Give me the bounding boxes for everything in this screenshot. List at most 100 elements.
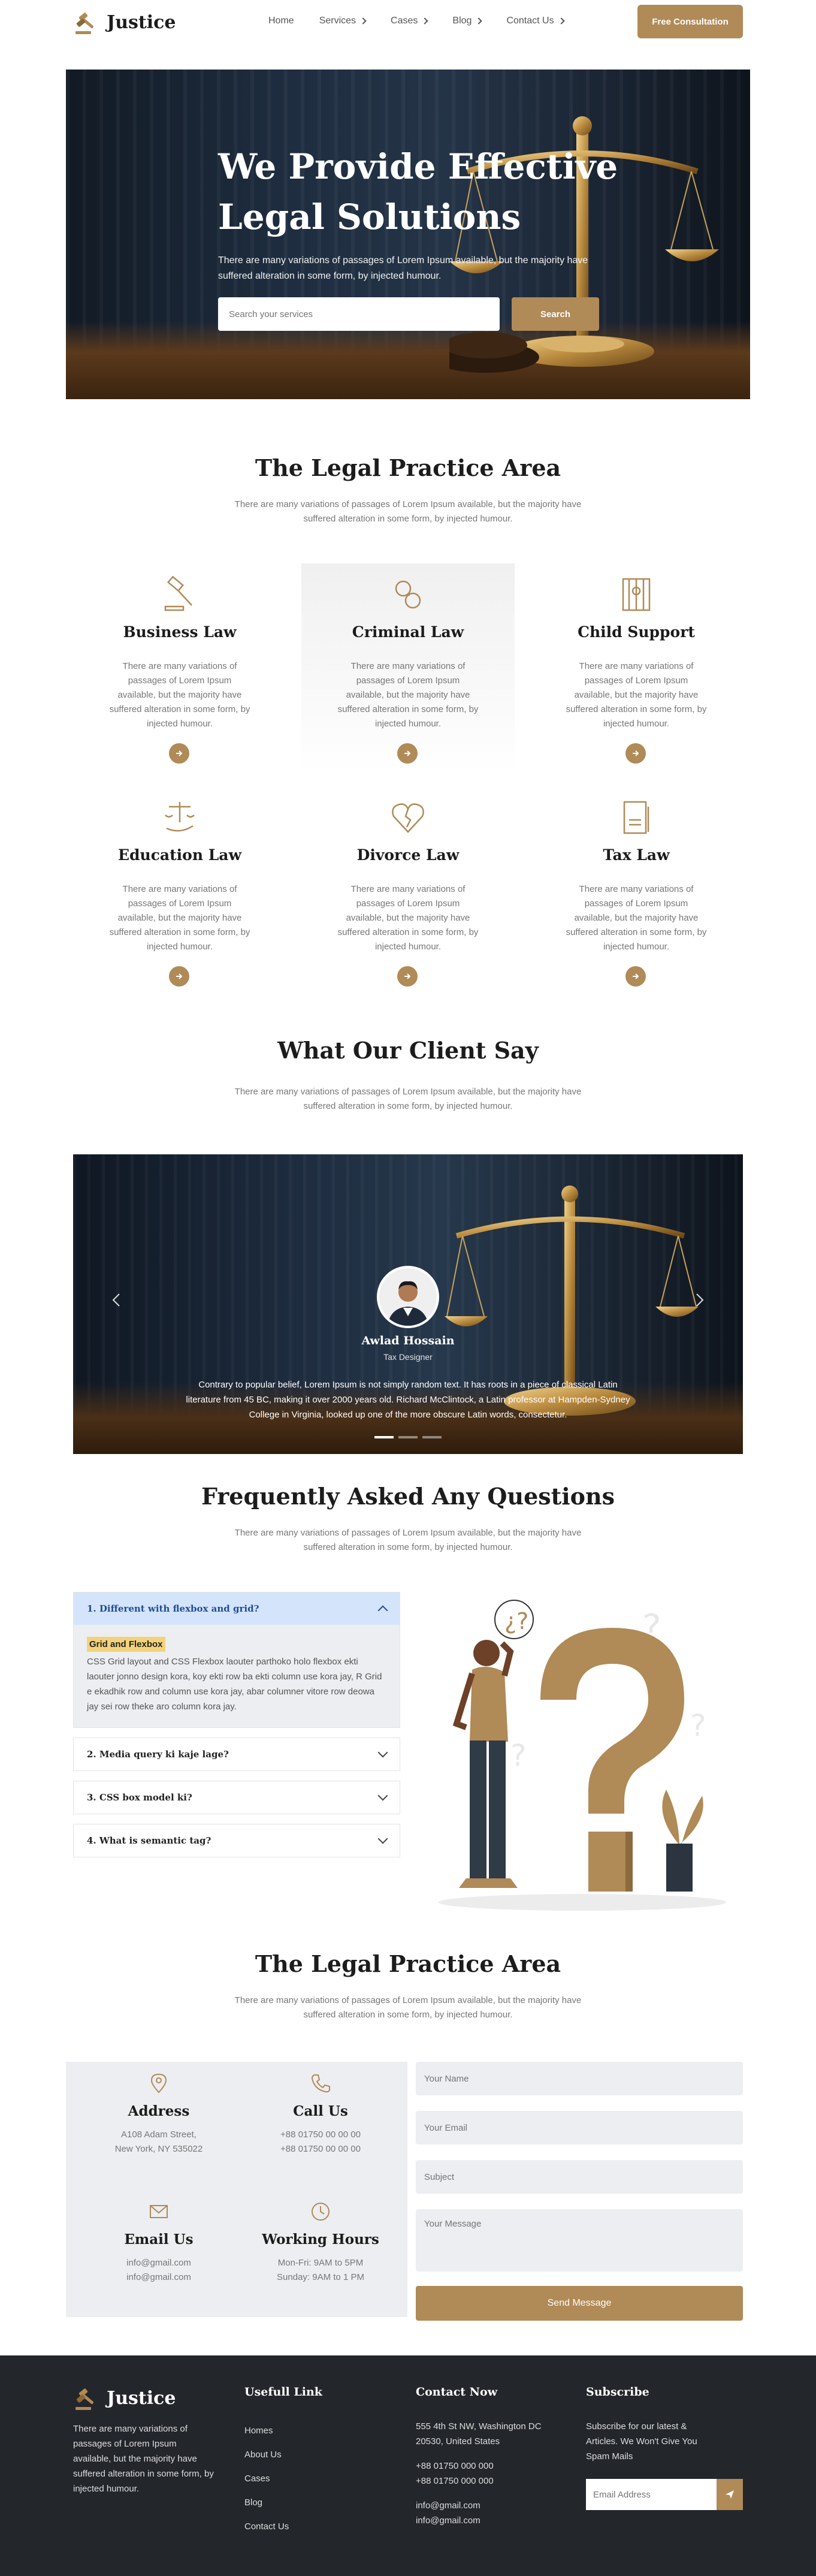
nav-item-services[interactable]: Services bbox=[319, 16, 367, 26]
email-line-1: info@gmail.com bbox=[126, 2258, 191, 2268]
faq-question[interactable]: 4. What is semantic tag? bbox=[74, 1824, 400, 1857]
hero-title: We Provide Effective Legal Solutions bbox=[218, 141, 637, 242]
chevron-down-icon bbox=[377, 1747, 388, 1758]
faq-title: Frequently Asked Any Questions bbox=[201, 1483, 615, 1510]
footer-link-blog[interactable]: Blog bbox=[244, 2497, 364, 2509]
practice-card-business-law[interactable]: Business Law There are many variations o… bbox=[73, 563, 286, 773]
faq-question[interactable]: 2. Media query ki kaje lage? bbox=[74, 1738, 400, 1770]
subscribe-button[interactable] bbox=[717, 2479, 743, 2510]
search-button[interactable]: Search bbox=[512, 297, 599, 331]
address-line-2: New York, NY 535022 bbox=[114, 2144, 203, 2154]
practice-card-education-law[interactable]: Education Law There are many variations … bbox=[73, 786, 286, 996]
map-pin-icon bbox=[150, 2073, 167, 2094]
email-title: Email Us bbox=[124, 2231, 194, 2248]
gavel-icon bbox=[164, 575, 192, 611]
footer-link-cases[interactable]: Cases bbox=[244, 2473, 364, 2485]
slider-dot[interactable] bbox=[422, 1436, 442, 1438]
footer-email-1[interactable]: info@gmail.com bbox=[416, 2498, 548, 2513]
chevron-right-icon bbox=[359, 17, 367, 25]
slider-dot[interactable] bbox=[374, 1436, 394, 1438]
client-photo bbox=[379, 1268, 437, 1326]
card-title: Business Law bbox=[123, 623, 237, 641]
chevron-up-icon bbox=[377, 1605, 388, 1616]
card-title: Tax Law bbox=[603, 846, 670, 864]
envelope-icon bbox=[150, 2205, 168, 2218]
subject-field[interactable] bbox=[416, 2160, 743, 2194]
message-field[interactable] bbox=[416, 2209, 743, 2272]
nav-item-cases[interactable]: Cases bbox=[391, 16, 429, 26]
faq-question-text: 3. CSS box model ki? bbox=[87, 1792, 192, 1803]
chevron-right-icon bbox=[475, 17, 483, 25]
faq-illustration: ? ? ? ¿? bbox=[415, 1586, 743, 1922]
arrow-right-icon[interactable] bbox=[169, 743, 189, 764]
call-title: Call Us bbox=[293, 2103, 348, 2119]
footer-subscribe-title: Subscribe bbox=[586, 2385, 649, 2399]
footer-link-contact[interactable]: Contact Us bbox=[244, 2521, 364, 2533]
chevron-right-icon[interactable] bbox=[690, 1291, 708, 1309]
gavel-logo-icon bbox=[75, 13, 94, 34]
footer-subscribe-text: Subscribe for our latest & Articles. We … bbox=[586, 2421, 697, 2462]
footer-link-about[interactable]: About Us bbox=[244, 2449, 364, 2461]
subscribe-email-input[interactable] bbox=[586, 2479, 717, 2510]
handcuffs-icon bbox=[395, 580, 421, 609]
nav-item-home[interactable]: Home bbox=[268, 16, 294, 26]
email-field[interactable] bbox=[416, 2111, 743, 2144]
scale-hand-icon bbox=[165, 802, 195, 832]
name-field[interactable] bbox=[416, 2062, 743, 2095]
arrow-right-icon[interactable] bbox=[625, 743, 646, 764]
footer-brand-name: Justice bbox=[107, 2387, 176, 2409]
slider-dots bbox=[73, 1436, 743, 1438]
arrow-right-icon[interactable] bbox=[625, 966, 646, 987]
slider-dot[interactable] bbox=[398, 1436, 418, 1438]
phone-line-2: +88 01750 00 00 00 bbox=[280, 2144, 361, 2154]
free-consultation-button[interactable]: Free Consultation bbox=[637, 5, 743, 38]
nav-label: Blog bbox=[452, 16, 472, 26]
faq-question[interactable]: 1. Different with flexbox and grid? bbox=[74, 1592, 400, 1625]
practice-card-tax-law[interactable]: Tax Law There are many variations of pas… bbox=[530, 786, 743, 996]
service-search-input[interactable] bbox=[218, 297, 500, 331]
phone-icon bbox=[311, 2074, 330, 2093]
card-title: Divorce Law bbox=[356, 846, 460, 864]
arrow-right-icon[interactable] bbox=[397, 966, 418, 987]
svg-text:?: ? bbox=[510, 1738, 527, 1773]
logo[interactable]: Justice bbox=[73, 8, 176, 36]
practice-card-child-support[interactable]: Child Support There are many variations … bbox=[530, 563, 743, 773]
client-role: Tax Designer bbox=[383, 1352, 433, 1362]
faq-question[interactable]: 3. CSS box model ki? bbox=[74, 1781, 400, 1814]
faq-item: 2. Media query ki kaje lage? bbox=[73, 1738, 400, 1771]
address-line-1: A108 Adam Street, bbox=[121, 2129, 197, 2140]
hours-title: Working Hours bbox=[262, 2231, 379, 2248]
client-quote: Contrary to popular belief, Lorem Ipsum … bbox=[186, 1380, 630, 1420]
footer-logo[interactable]: Justice bbox=[73, 2384, 217, 2412]
chevron-down-icon bbox=[377, 1833, 388, 1844]
send-message-button[interactable]: Send Message bbox=[416, 2286, 743, 2321]
card-description: There are many variations of passages of… bbox=[566, 884, 707, 952]
footer-links-title: Usefull Link bbox=[244, 2385, 322, 2399]
phone-line-1: +88 01750 00 00 00 bbox=[280, 2129, 361, 2140]
footer-address: 555 4th St NW, Washington DC 20530, Unit… bbox=[416, 2421, 542, 2447]
contact-title: The Legal Practice Area bbox=[255, 1950, 561, 1977]
faq-subtitle: There are many variations of passages of… bbox=[234, 1528, 582, 1552]
email-block: Email Us info@gmail.com info@gmail.com bbox=[78, 2201, 240, 2285]
brand-name: Justice bbox=[107, 11, 176, 33]
address-title: Address bbox=[128, 2103, 190, 2119]
nav-label: Home bbox=[268, 16, 294, 26]
practice-card-criminal-law[interactable]: Criminal Law There are many variations o… bbox=[301, 563, 515, 773]
footer-link-homes[interactable]: Homes bbox=[244, 2425, 364, 2437]
faq-item: 3. CSS box model ki? bbox=[73, 1781, 400, 1814]
footer-about-text: There are many variations of passages of… bbox=[73, 2424, 214, 2494]
nav-item-blog[interactable]: Blog bbox=[452, 16, 483, 26]
nav-item-contact[interactable]: Contact Us bbox=[506, 16, 565, 26]
practice-card-divorce-law[interactable]: Divorce Law There are many variations of… bbox=[301, 786, 515, 996]
hero-title-line-2: Legal Solutions bbox=[218, 197, 521, 237]
arrow-right-icon[interactable] bbox=[397, 743, 418, 764]
hours-block: Working Hours Mon-Fri: 9AM to 5PM Sunday… bbox=[240, 2201, 401, 2285]
footer-subscribe: Subscribe Subscribe for our latest & Art… bbox=[586, 2384, 743, 2464]
arrow-right-icon[interactable] bbox=[169, 966, 189, 987]
faq-answer-highlight: Grid and Flexbox bbox=[87, 1637, 165, 1652]
card-description: There are many variations of passages of… bbox=[566, 661, 707, 729]
hours-line-2: Sunday: 9AM to 1 PM bbox=[277, 2272, 364, 2282]
chevron-left-icon[interactable] bbox=[108, 1291, 126, 1309]
hero-banner: We Provide Effective Legal Solutions The… bbox=[66, 70, 750, 399]
footer-email-2[interactable]: info@gmail.com bbox=[416, 2513, 548, 2528]
